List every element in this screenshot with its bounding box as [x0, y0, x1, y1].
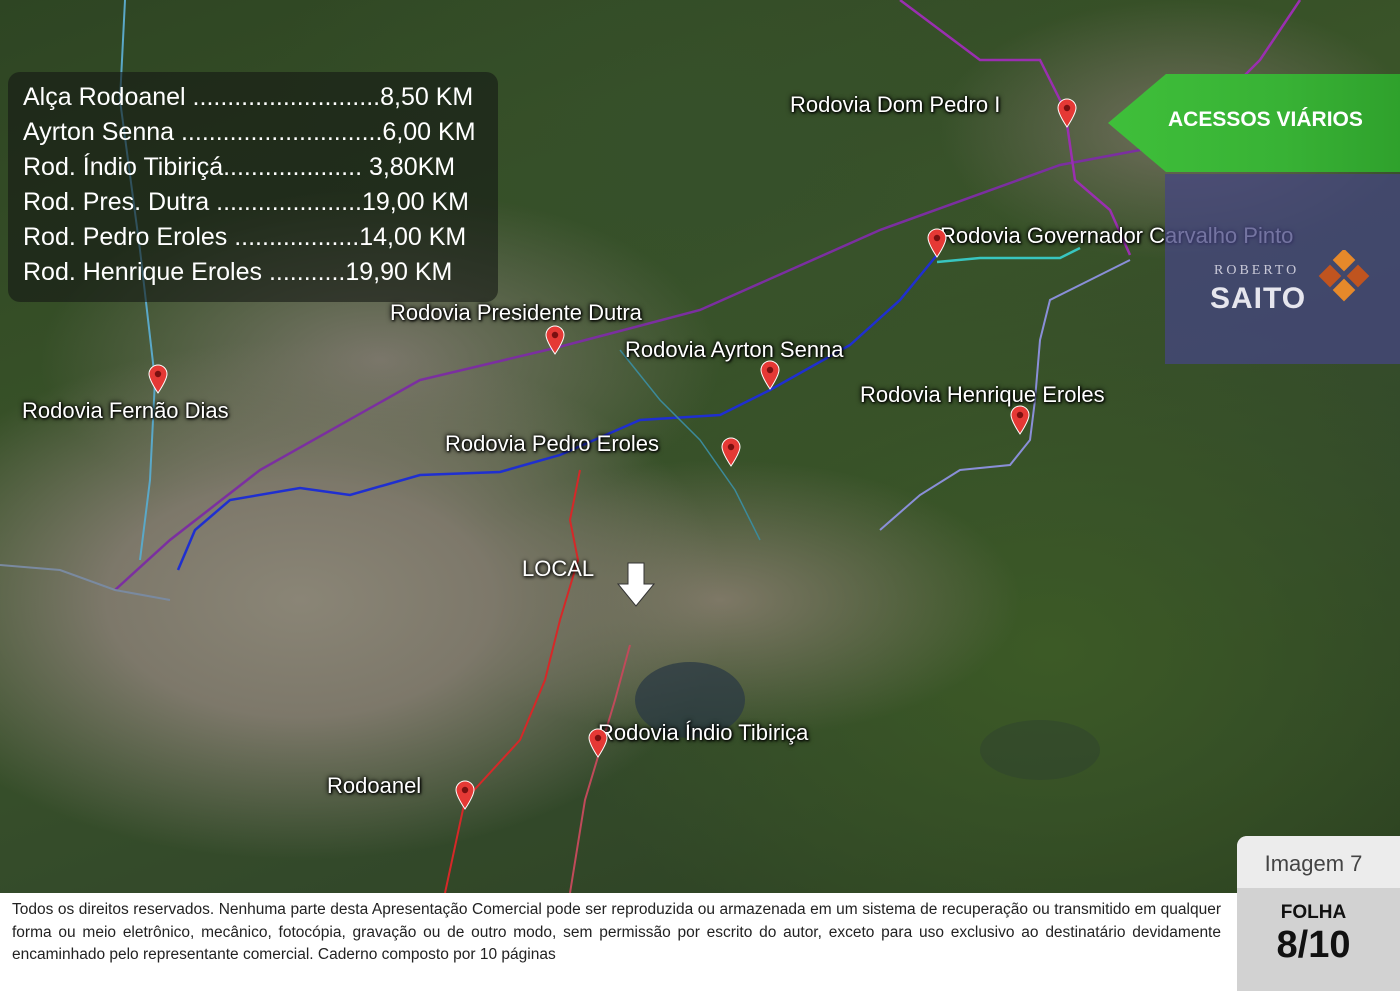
pin-rodoanel-icon[interactable]: [455, 780, 475, 810]
reservoir-shape: [980, 720, 1100, 780]
distance-row: Ayrton Senna ...........................…: [23, 118, 476, 146]
label-fernao-dias: Rodovia Fernão Dias: [22, 398, 229, 423]
pin-ayrton-senna-icon[interactable]: [760, 360, 780, 390]
sheet-folha-label: FOLHA: [1280, 902, 1347, 923]
route-west: [0, 564, 171, 601]
route-carvalho-pinto: [936, 246, 1081, 264]
label-rodoanel: Rodoanel: [327, 773, 422, 798]
sheet-image-label: Imagem 7: [1264, 851, 1363, 876]
pin-indio-tibirica-icon[interactable]: [588, 728, 608, 758]
logo-diamond-icon: [1318, 250, 1370, 302]
label-pedro-eroles: Rodovia Pedro Eroles: [445, 431, 660, 456]
route-dom-pedro: [899, 0, 1132, 256]
distance-row: Rod. Henrique Eroles ...........19,90 KM: [23, 258, 453, 286]
sheet-page-number: 8/10: [1276, 924, 1351, 966]
distance-row: Rod. Pedro Eroles ..................14,0…: [23, 223, 467, 251]
logo-main-text: SAITO: [1210, 282, 1307, 315]
pin-carvalho-pinto-icon[interactable]: [927, 228, 947, 258]
label-indio-tibirica: Rodovia Índio Tibiriça: [598, 720, 809, 745]
pin-fernao-dias-icon[interactable]: [148, 364, 168, 394]
pin-pedro-eroles-icon[interactable]: [721, 437, 741, 467]
logo-top-text: ROBERTO: [1214, 263, 1300, 278]
down-arrow-icon: [616, 562, 656, 607]
access-banner-title: ACESSOS VIÁRIOS: [1168, 108, 1363, 131]
label-dom-pedro: Rodovia Dom Pedro I: [790, 92, 1001, 117]
label-henrique-eroles: Rodovia Henrique Eroles: [860, 382, 1105, 407]
local-label: LOCAL: [522, 556, 595, 581]
route-indio-tibirica: [569, 644, 631, 893]
label-ayrton-senna: Rodovia Ayrton Senna: [625, 337, 844, 362]
pin-henrique-eroles-icon[interactable]: [1010, 405, 1030, 435]
distances-panel: Alça Rodoanel ..........................…: [8, 72, 498, 302]
label-presidente-dutra: Rodovia Presidente Dutra: [390, 300, 642, 325]
footer-disclaimer: Todos os direitos reservados. Nenhuma pa…: [12, 901, 1221, 963]
distance-row: Rod. Pres. Dutra .....................19…: [23, 188, 469, 216]
distance-row: Alça Rodoanel ..........................…: [23, 83, 474, 111]
distance-row: Rod. Índio Tibiriçá.................... …: [23, 153, 456, 181]
pin-dom-pedro-icon[interactable]: [1057, 98, 1077, 128]
pin-presidente-dutra-icon[interactable]: [545, 325, 565, 355]
route-rodoanel: [444, 469, 581, 893]
